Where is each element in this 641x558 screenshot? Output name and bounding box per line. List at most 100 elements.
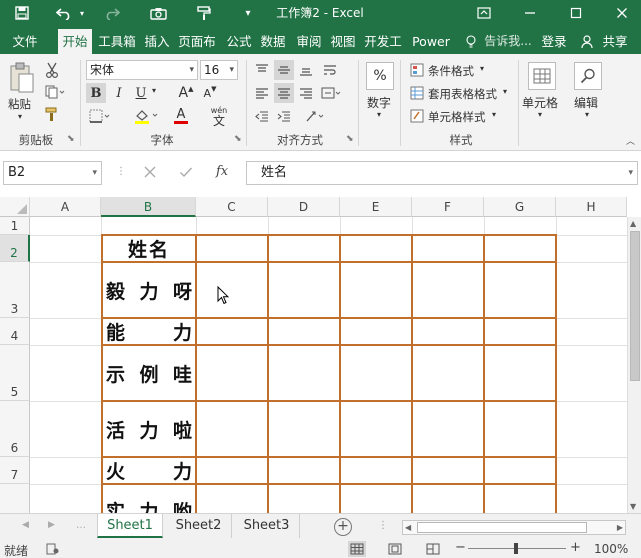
tab-insert[interactable]: 插入 xyxy=(142,29,172,54)
format-painter-brush-icon[interactable] xyxy=(42,104,62,124)
fill-color-icon[interactable] xyxy=(130,106,164,126)
sheet-bar-split-icon[interactable]: ⋮ xyxy=(378,520,388,531)
number-button[interactable]: 数字 xyxy=(367,94,391,111)
undo-icon[interactable] xyxy=(52,0,76,26)
conditional-format-dropdown-icon[interactable]: ▾ xyxy=(480,64,484,73)
borders-icon[interactable] xyxy=(86,106,114,126)
tab-developer[interactable]: 开发工 xyxy=(362,29,404,54)
cell-b2[interactable]: 姓名 xyxy=(103,236,195,261)
sheet-tab-sheet3[interactable]: Sheet3 xyxy=(234,514,300,538)
underline-dropdown-icon[interactable]: ▾ xyxy=(152,86,156,95)
align-center-icon[interactable] xyxy=(274,83,294,103)
select-all-corner[interactable] xyxy=(0,197,30,217)
font-size-combo[interactable]: 16 ▾ xyxy=(200,60,238,80)
merge-center-icon[interactable] xyxy=(318,83,344,103)
cell-b4[interactable]: 能力 xyxy=(106,319,192,344)
cut-icon[interactable] xyxy=(42,60,62,80)
cell-styles-icon[interactable] xyxy=(408,107,426,125)
align-right-icon[interactable] xyxy=(296,83,316,103)
zoom-slider-thumb[interactable] xyxy=(514,543,518,554)
row-header-3[interactable]: 3 xyxy=(0,262,30,318)
shrink-font-button[interactable]: A ▼ xyxy=(200,83,220,103)
tab-toolbox[interactable]: 工具箱 xyxy=(96,29,138,54)
underline-button[interactable]: U xyxy=(132,83,150,103)
align-middle-icon[interactable] xyxy=(274,60,294,80)
scroll-up-icon[interactable]: ▲ xyxy=(630,219,636,228)
cell-styles-dropdown-icon[interactable]: ▾ xyxy=(492,110,496,119)
paste-label[interactable]: 粘贴 xyxy=(8,96,31,112)
editing-button[interactable]: 编辑 xyxy=(574,94,598,111)
normal-view-icon[interactable] xyxy=(348,541,366,557)
bold-button[interactable]: B xyxy=(86,83,106,103)
editing-search-icon[interactable] xyxy=(574,62,602,90)
format-as-table-icon[interactable] xyxy=(408,84,426,102)
wrap-text-icon[interactable] xyxy=(320,60,340,80)
sheet-tab-sheet1[interactable]: Sheet1 xyxy=(97,514,163,538)
cell-b8[interactable]: 实力哟 xyxy=(106,497,192,513)
align-top-icon[interactable] xyxy=(252,60,272,80)
cells-dropdown-icon[interactable]: ▾ xyxy=(538,110,542,119)
worksheet-grid[interactable]: A B C D E F G H 1 2 3 4 5 6 7 姓名 毅力呀 能力 … xyxy=(0,197,641,513)
row-header-7[interactable]: 7 xyxy=(0,457,30,484)
align-left-icon[interactable] xyxy=(252,83,272,103)
scroll-right-icon[interactable]: ▶ xyxy=(617,523,623,532)
vertical-scrollbar[interactable]: ▲ ▼ xyxy=(627,217,641,513)
close-icon[interactable] xyxy=(610,0,634,26)
tab-file[interactable]: 文件 xyxy=(4,29,46,54)
scroll-down-icon[interactable]: ▼ xyxy=(630,502,636,511)
column-header-c[interactable]: C xyxy=(196,197,268,217)
editing-dropdown-icon[interactable]: ▾ xyxy=(585,110,589,119)
page-break-view-icon[interactable] xyxy=(424,541,442,557)
column-header-e[interactable]: E xyxy=(340,197,412,217)
font-name-combo[interactable]: 宋体 ▾ xyxy=(86,60,198,80)
maximize-icon[interactable] xyxy=(564,0,588,26)
alignment-launcher-icon[interactable]: ⬊ xyxy=(346,134,354,144)
grow-font-button[interactable]: A ▲ xyxy=(176,83,196,103)
column-header-d[interactable]: D xyxy=(268,197,340,217)
redo-icon[interactable] xyxy=(100,0,124,26)
conditional-format-icon[interactable] xyxy=(408,61,426,79)
macro-record-icon[interactable] xyxy=(46,543,60,555)
align-bottom-icon[interactable] xyxy=(296,60,316,80)
orientation-icon[interactable] xyxy=(302,106,328,126)
cell-b3[interactable]: 毅力呀 xyxy=(106,263,192,317)
cells-icon[interactable] xyxy=(528,62,556,90)
format-painter-icon[interactable] xyxy=(192,0,216,26)
format-as-table-dropdown-icon[interactable]: ▾ xyxy=(503,87,507,96)
column-header-f[interactable]: F xyxy=(412,197,484,217)
collapse-ribbon-icon[interactable]: ︿ xyxy=(626,134,635,147)
confirm-entry-icon[interactable] xyxy=(179,165,195,181)
horizontal-scrollbar[interactable]: ◀ ▶ xyxy=(402,520,626,535)
row-header-1[interactable]: 1 xyxy=(0,217,30,235)
row-header-2[interactable]: 2 xyxy=(0,235,30,262)
horizontal-scroll-thumb[interactable] xyxy=(417,522,587,533)
column-header-h[interactable]: H xyxy=(556,197,627,217)
share-person-icon[interactable] xyxy=(580,29,594,54)
tab-data[interactable]: 数据 xyxy=(258,29,288,54)
font-launcher-icon[interactable]: ⬊ xyxy=(234,134,242,144)
undo-dropdown-icon[interactable]: ▾ xyxy=(76,0,88,26)
tab-view[interactable]: 视图 xyxy=(328,29,358,54)
save-icon[interactable] xyxy=(8,0,36,26)
cell-b6[interactable]: 活力啦 xyxy=(106,402,192,456)
zoom-out-icon[interactable]: − xyxy=(455,540,466,555)
login-button[interactable]: 登录 xyxy=(538,29,570,54)
column-header-g[interactable]: G xyxy=(484,197,556,217)
conditional-format-button[interactable]: 条件格式 xyxy=(428,63,474,79)
name-box[interactable]: B2 ▾ xyxy=(3,161,102,185)
prev-sheet-icon[interactable]: ◀ xyxy=(22,520,29,530)
font-color-button[interactable]: A xyxy=(166,106,196,126)
column-header-b[interactable]: B xyxy=(101,197,196,217)
phonetic-guide-button[interactable]: wén 文 xyxy=(206,104,232,128)
paste-icon[interactable] xyxy=(6,60,38,96)
row-header-8[interactable] xyxy=(0,484,30,513)
cell-b5[interactable]: 示例哇 xyxy=(106,346,192,400)
row-header-4[interactable]: 4 xyxy=(0,318,30,345)
cell-styles-button[interactable]: 单元格样式 xyxy=(428,109,486,125)
name-box-dropdown-icon[interactable]: ▾ xyxy=(92,162,97,184)
ribbon-display-icon[interactable] xyxy=(472,0,496,26)
insert-function-button[interactable]: fx xyxy=(216,164,228,179)
italic-button[interactable]: I xyxy=(110,83,128,103)
page-layout-view-icon[interactable] xyxy=(386,541,404,557)
format-as-table-button[interactable]: 套用表格格式 xyxy=(428,86,497,102)
